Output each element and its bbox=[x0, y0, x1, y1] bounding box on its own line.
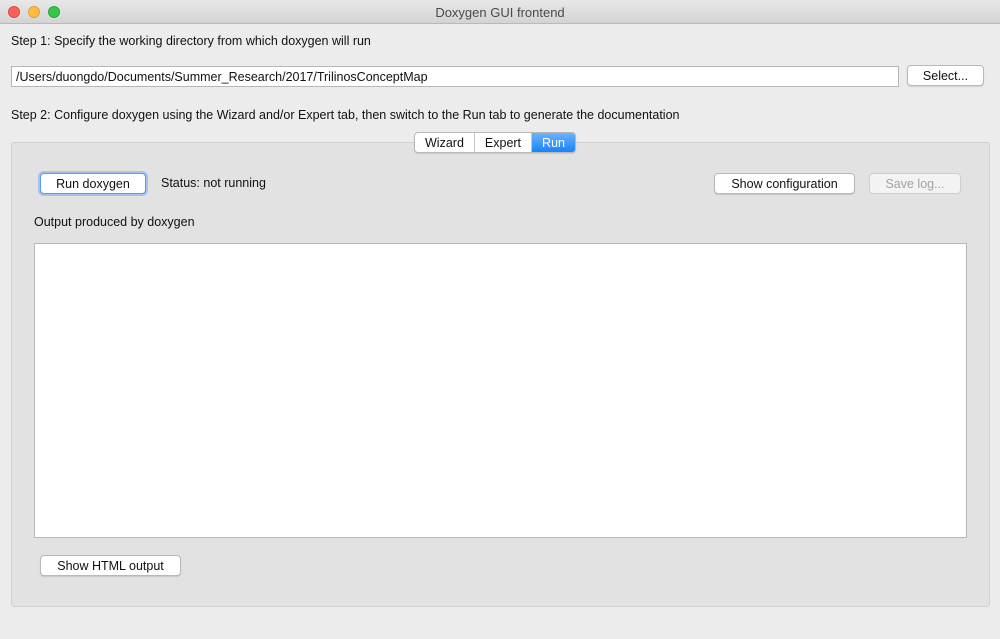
step1-label: Step 1: Specify the working directory fr… bbox=[11, 34, 371, 48]
run-doxygen-button[interactable]: Run doxygen bbox=[40, 173, 146, 194]
tab-expert[interactable]: Expert bbox=[475, 133, 533, 152]
step2-label: Step 2: Configure doxygen using the Wiza… bbox=[11, 108, 680, 122]
show-configuration-button[interactable]: Show configuration bbox=[714, 173, 855, 194]
doxygen-output-area[interactable] bbox=[34, 243, 967, 538]
status-text: Status: not running bbox=[161, 176, 266, 190]
working-directory-input[interactable] bbox=[11, 66, 899, 87]
doxygen-window: Doxygen GUI frontend Step 1: Specify the… bbox=[0, 0, 1000, 639]
select-directory-button[interactable]: Select... bbox=[907, 65, 984, 86]
output-label: Output produced by doxygen bbox=[34, 215, 195, 229]
show-html-output-button[interactable]: Show HTML output bbox=[40, 555, 181, 576]
tab-wizard[interactable]: Wizard bbox=[415, 133, 475, 152]
save-log-button: Save log... bbox=[869, 173, 961, 194]
tab-run[interactable]: Run bbox=[532, 133, 575, 152]
window-title: Doxygen GUI frontend bbox=[435, 5, 565, 20]
title-bar[interactable]: Doxygen GUI frontend bbox=[0, 0, 1000, 24]
tab-bar: Wizard Expert Run bbox=[414, 132, 576, 153]
